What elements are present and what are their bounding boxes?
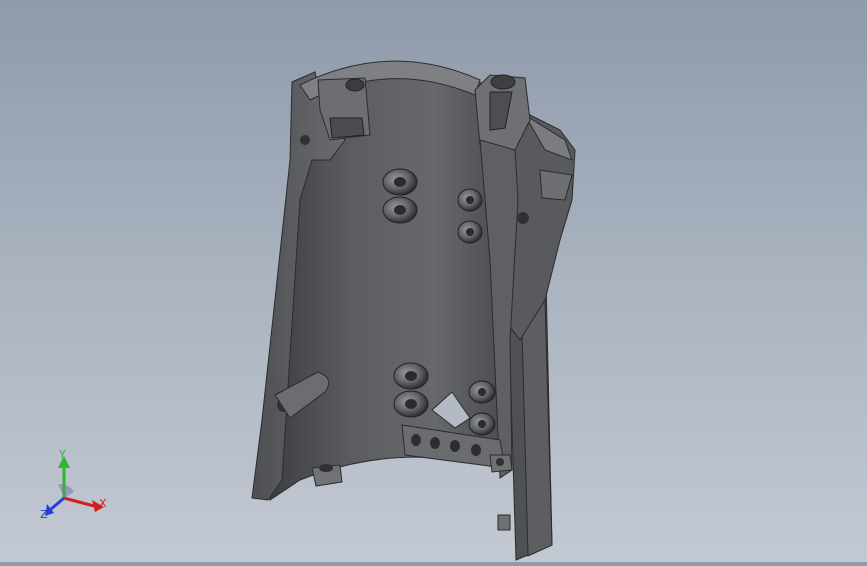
part-model[interactable]: [0, 0, 867, 562]
wall-hole: [517, 212, 529, 224]
reference-triad: Y X Z: [38, 446, 114, 522]
x-axis: [63, 496, 95, 508]
y-axis-label: Y: [58, 448, 66, 461]
z-axis: [49, 496, 65, 512]
z-axis-label: Z: [40, 508, 48, 521]
graphics-viewport[interactable]: [0, 0, 867, 562]
x-axis-label: X: [99, 497, 107, 510]
wall-hole: [300, 135, 310, 145]
